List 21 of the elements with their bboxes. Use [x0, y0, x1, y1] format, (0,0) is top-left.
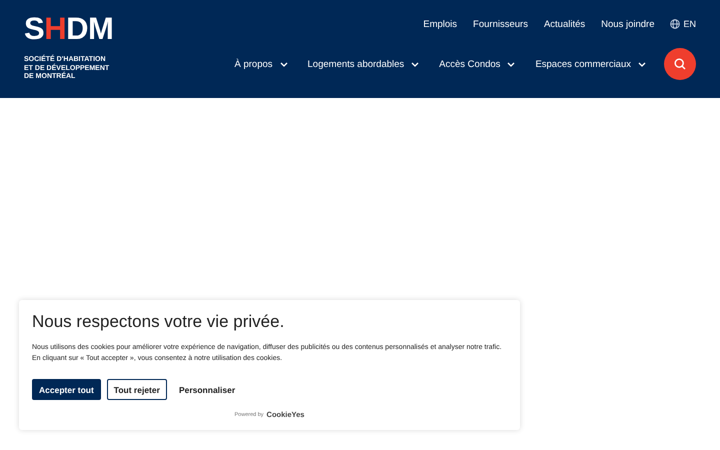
nav-menu-item[interactable]: À propos — [234, 58, 288, 70]
globe-icon — [670, 19, 680, 29]
top-link[interactable]: Nous joindre — [601, 18, 654, 30]
accept-button[interactable]: Accepter tout — [32, 379, 101, 400]
reject-button[interactable]: Tout rejeter — [106, 379, 167, 400]
search-icon — [674, 58, 686, 70]
logo-wordmark[interactable]: SHDM — [24, 16, 114, 42]
top-link[interactable]: Emplois — [423, 18, 458, 30]
chevron-down-icon — [638, 62, 646, 66]
banner-title: Nous respectons votre vie privée. — [32, 312, 286, 332]
nav-menu-item[interactable]: Logements abordables — [308, 58, 420, 70]
language-link[interactable]: EN — [670, 19, 696, 29]
nav-menu-item[interactable]: Espaces commerciaux — [535, 58, 646, 70]
top-link[interactable]: Actualités — [544, 18, 586, 30]
chevron-down-icon — [280, 62, 288, 66]
nav-menu-item[interactable]: Accès Condos — [439, 58, 516, 70]
chevron-down-icon — [507, 62, 516, 66]
search-button[interactable] — [664, 48, 696, 80]
chevron-down-icon — [411, 62, 420, 66]
customize-button[interactable]: Personnaliser — [172, 379, 242, 400]
top-link[interactable]: Fournisseurs — [473, 18, 528, 30]
